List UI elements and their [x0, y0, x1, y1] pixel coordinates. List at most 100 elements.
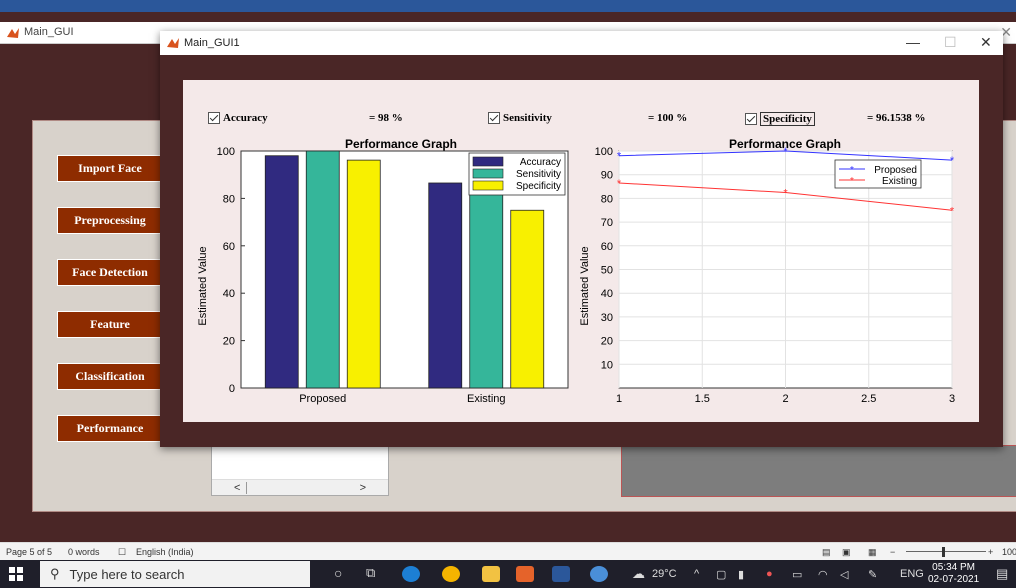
file-explorer-icon[interactable] — [482, 566, 500, 582]
scroll-left-arrow[interactable]: < — [234, 482, 240, 494]
bar-ytick-label: 60 — [223, 241, 235, 253]
word-window-caption — [0, 0, 1016, 12]
maximize-button[interactable]: ☐ — [944, 34, 957, 51]
page-count[interactable]: Page 5 of 5 — [6, 547, 52, 557]
bar-sensitivity-proposed — [305, 150, 340, 389]
bar-legend-swatch — [472, 168, 504, 179]
line-ytick-label: 10 — [601, 359, 613, 371]
accuracy-checkbox[interactable]: Accuracy — [208, 112, 268, 124]
listbox[interactable]: < > — [211, 444, 389, 496]
bar-ytick-label: 80 — [223, 193, 235, 205]
taskbar: ⚲ Type here to search ○ ⧉ ☁ 29°C ^ ▢ ▮ ●… — [0, 560, 1016, 588]
sensitivity-checkbox[interactable]: Sensitivity — [488, 112, 552, 124]
bar-chart-ylabel: Estimated Value — [197, 246, 209, 325]
tray-usb-icon[interactable]: ▮ — [738, 568, 744, 581]
line-ytick-label: 30 — [601, 312, 613, 324]
bar-ytick-label: 100 — [217, 146, 235, 158]
chrome-icon[interactable] — [442, 566, 460, 582]
clock[interactable]: 05:34 PM 02-07-2021 — [928, 562, 979, 586]
main-gui1-titlebar[interactable]: Main_GUI1 — ☐ ✕ — [160, 31, 1003, 55]
line-point-existing: * — [783, 187, 788, 199]
scroll-thumb[interactable] — [246, 482, 247, 494]
pen-icon[interactable]: ✎ — [868, 568, 877, 581]
matlab-taskbar-icon[interactable] — [516, 566, 534, 582]
bar-ytick-label: 0 — [229, 383, 235, 395]
bar-legend-label: Sensitivity — [516, 169, 561, 180]
line-ytick-label: 90 — [601, 170, 613, 182]
zoom-slider[interactable] — [906, 551, 986, 552]
line-xtick-label: 1.5 — [695, 393, 710, 405]
main-gui-title: Main_GUI — [24, 26, 74, 38]
matlab-icon — [167, 38, 179, 48]
bar-sensitivity-existing — [469, 164, 504, 389]
performance-button[interactable]: Performance — [57, 415, 163, 442]
wifi-icon[interactable]: ◠ — [818, 568, 828, 581]
chevron-up-icon[interactable]: ^ — [694, 568, 699, 580]
notifications-icon[interactable]: ▤ — [996, 566, 1008, 582]
line-point-proposed: * — [617, 151, 622, 163]
zoom-out-button[interactable]: − — [890, 547, 895, 557]
tray-app-icon[interactable]: ▢ — [716, 568, 726, 581]
line-ytick-label: 80 — [601, 193, 613, 205]
specificity-checkbox[interactable]: Specificity — [745, 112, 815, 126]
close-button[interactable]: ✕ — [980, 34, 992, 51]
tray-network-error-icon[interactable]: ● — [766, 568, 773, 580]
read-mode-icon[interactable]: ▤ — [822, 547, 831, 558]
feature-button[interactable]: Feature — [57, 311, 163, 338]
classification-button[interactable]: Classification — [57, 363, 163, 390]
bar-accuracy-proposed — [264, 155, 299, 389]
language-indicator[interactable]: English (India) — [136, 547, 194, 557]
line-legend-marker: * — [850, 176, 854, 187]
battery-icon[interactable]: ▭ — [792, 568, 802, 581]
line-ytick-label: 50 — [601, 265, 613, 277]
help-icon[interactable] — [590, 566, 608, 582]
language-ind[interactable]: ENG — [900, 568, 924, 580]
line-legend-label: Existing — [882, 176, 917, 187]
minimize-button[interactable]: — — [906, 34, 920, 50]
line-point-proposed: * — [950, 155, 955, 167]
accuracy-label: Accuracy — [223, 112, 268, 124]
weather-temp[interactable]: 29°C — [652, 568, 677, 580]
zoom-slider-thumb[interactable] — [942, 547, 945, 557]
zoom-level[interactable]: 100 — [1002, 547, 1016, 557]
horizontal-scrollbar[interactable]: < > — [212, 479, 388, 495]
volume-icon[interactable]: ◁ — [840, 568, 848, 581]
bar-legend-label: Specificity — [516, 181, 561, 192]
zoom-in-button[interactable]: + — [988, 547, 993, 557]
weather-icon[interactable]: ☁ — [632, 566, 645, 582]
task-view-icon[interactable]: ⧉ — [366, 565, 375, 581]
cortana-icon[interactable]: ○ — [334, 565, 342, 581]
line-ytick-label: 20 — [601, 336, 613, 348]
line-ytick-label: 60 — [601, 241, 613, 253]
line-xtick-label: 2.5 — [861, 393, 876, 405]
bar-ytick-label: 40 — [223, 288, 235, 300]
bar-ytick-label: 20 — [223, 336, 235, 348]
bar-legend-label: Accuracy — [520, 157, 561, 168]
print-layout-icon[interactable]: ▣ — [842, 547, 851, 558]
matlab-icon — [7, 28, 19, 38]
scroll-right-arrow[interactable]: > — [360, 482, 366, 494]
proofing-icon[interactable]: ☐ — [118, 547, 126, 558]
face-detection-button[interactable]: Face Detection — [57, 259, 163, 286]
search-placeholder: Type here to search — [69, 566, 185, 582]
performance-panel: Accuracy = 98 % Sensitivity = 100 % Spec… — [183, 80, 979, 422]
line-ytick-label: 70 — [601, 217, 613, 229]
image-display-area — [621, 445, 1016, 497]
edge-icon[interactable] — [402, 566, 420, 582]
bar-legend-swatch — [472, 156, 504, 167]
taskbar-search-box[interactable]: ⚲ Type here to search — [40, 561, 310, 587]
line-xtick-label: 3 — [949, 393, 955, 405]
line-legend-marker: * — [850, 165, 854, 176]
main-gui1-window: Main_GUI1 — ☐ ✕ Accuracy = 98 % Sensitiv… — [160, 31, 1003, 447]
windows-start-icon[interactable] — [8, 566, 24, 582]
web-layout-icon[interactable]: ▦ — [868, 547, 877, 558]
status-bar: Page 5 of 5 0 words ☐ English (India) ▤ … — [0, 542, 1016, 560]
line-xtick-label: 1 — [616, 393, 622, 405]
word-icon[interactable] — [552, 566, 570, 582]
bar-category-label: Existing — [467, 393, 506, 405]
clock-time: 05:34 PM — [932, 562, 975, 573]
import-face-button[interactable]: Import Face — [57, 155, 163, 182]
word-count[interactable]: 0 words — [68, 547, 100, 557]
accuracy-value: = 98 % — [369, 112, 403, 124]
preprocessing-button[interactable]: Preprocessing — [57, 207, 163, 234]
